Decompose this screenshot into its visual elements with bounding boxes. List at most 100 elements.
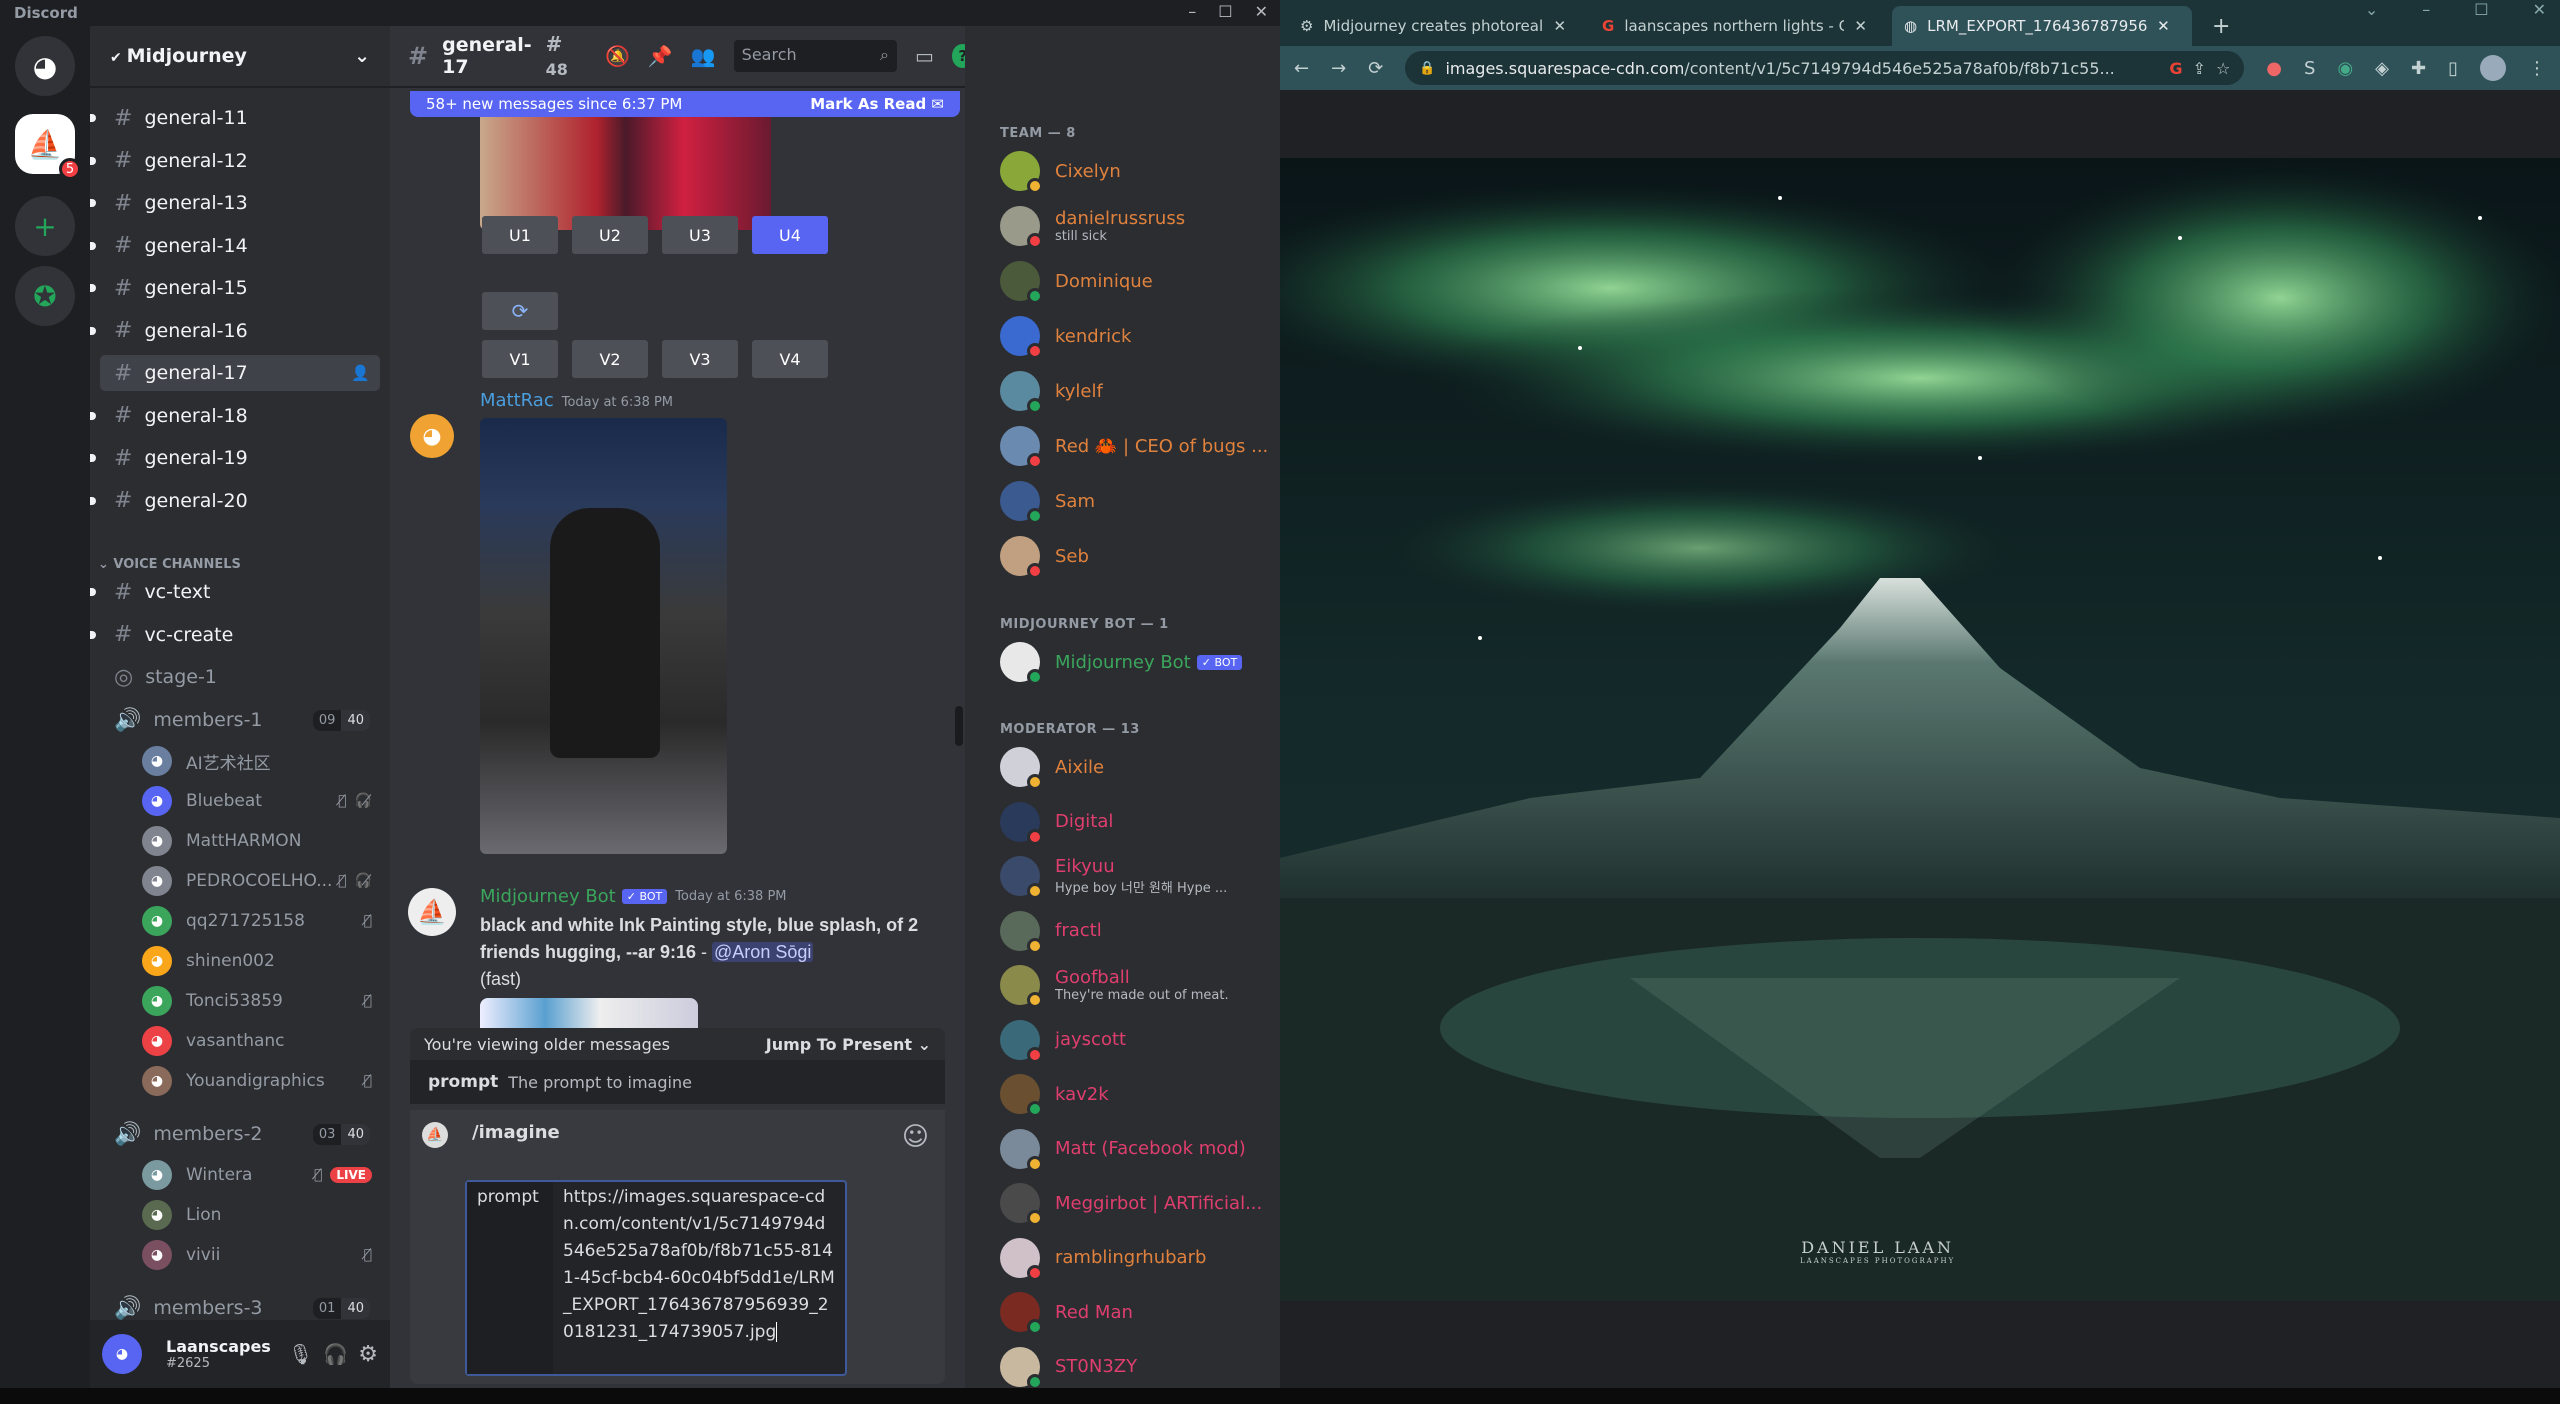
member-item[interactable]: jayscott bbox=[1000, 1015, 1275, 1065]
channel-general-11[interactable]: # general-11 bbox=[90, 100, 380, 136]
attached-photo[interactable] bbox=[480, 418, 727, 854]
voice-category[interactable]: ⌄ VOICE CHANNELS bbox=[98, 557, 241, 572]
member-item[interactable]: Eikyuu Hype boy 너만 원해 Hype ... bbox=[1000, 851, 1275, 901]
member-item[interactable]: Sam bbox=[1000, 476, 1275, 526]
menu-icon[interactable]: ⋮ bbox=[2528, 58, 2546, 79]
extension-shield-icon[interactable]: ◈ bbox=[2375, 58, 2389, 79]
member-item[interactable]: ramblingrhubarb bbox=[1000, 1233, 1275, 1283]
jump-to-present-button[interactable]: Jump To Present ⌄ bbox=[766, 1035, 931, 1054]
server-header[interactable]: ✔ Midjourney ⌄ bbox=[90, 26, 390, 88]
voice-channel-members-1[interactable]: 🔊 members-1 09 40 bbox=[100, 702, 380, 738]
member-item[interactable]: kav2k bbox=[1000, 1069, 1275, 1119]
extension-color-icon[interactable]: ◉ bbox=[2337, 58, 2353, 79]
search-input[interactable]: Search ⌕ bbox=[733, 40, 898, 72]
add-server-button[interactable]: + bbox=[15, 196, 75, 256]
extension-s-icon[interactable]: S bbox=[2304, 58, 2315, 79]
pin-icon[interactable]: 📌 bbox=[648, 44, 673, 68]
member-item[interactable]: Goofball They're made out of meat. bbox=[1000, 960, 1275, 1010]
member-item[interactable]: danielrussruss still sick bbox=[1000, 201, 1275, 251]
voice-channel-members-2[interactable]: 🔊 members-2 03 40 bbox=[100, 1116, 380, 1152]
image-preview[interactable] bbox=[480, 998, 698, 1028]
headphones-icon[interactable]: 🎧 bbox=[323, 1342, 348, 1366]
upscale-button-U3[interactable]: U3 bbox=[662, 216, 738, 254]
inbox-icon[interactable]: ▭ bbox=[915, 44, 934, 68]
channel-general-18[interactable]: # general-18 bbox=[90, 398, 380, 434]
channel-general-14[interactable]: # general-14 bbox=[90, 228, 380, 264]
invite-icon[interactable]: 👤 bbox=[351, 364, 370, 382]
star-icon[interactable]: ☆ bbox=[2216, 59, 2230, 78]
home-button[interactable]: ◕ bbox=[15, 36, 75, 96]
channel-general-16[interactable]: # general-16 bbox=[90, 313, 380, 349]
member-item[interactable]: Meggirbot | ARTificial... bbox=[1000, 1178, 1275, 1228]
member-item[interactable]: Midjourney Bot ✓ BOT bbox=[1000, 637, 1275, 687]
threads-button[interactable]: # 48 bbox=[546, 32, 587, 80]
voice-user[interactable]: ◕ Youandigraphics 🎙̸ bbox=[142, 1063, 372, 1099]
channel-general-12[interactable]: # general-12 bbox=[90, 143, 380, 179]
mark-as-read-button[interactable]: Mark As Read ✉ bbox=[810, 95, 944, 113]
member-item[interactable]: kendrick bbox=[1000, 311, 1275, 361]
member-item[interactable]: Seb bbox=[1000, 531, 1275, 581]
gear-icon[interactable]: ⚙ bbox=[358, 1342, 378, 1367]
member-item[interactable]: kylelf bbox=[1000, 366, 1275, 416]
close-button[interactable]: ✕ bbox=[1255, 2, 1268, 24]
bot-avatar[interactable]: ⛵ bbox=[408, 888, 456, 936]
upscale-button-U2[interactable]: U2 bbox=[572, 216, 648, 254]
voice-user[interactable]: ◕ Lion bbox=[142, 1197, 372, 1233]
url-input[interactable]: 🔒 images.squarespace-cdn.com/content/v1/5… bbox=[1405, 51, 2245, 85]
channel-general-17[interactable]: # general-17 👤 bbox=[100, 355, 380, 391]
profile-avatar[interactable] bbox=[2480, 55, 2506, 81]
channel-vc-text[interactable]: # vc-text bbox=[90, 574, 380, 610]
channel-general-15[interactable]: # general-15 bbox=[90, 270, 380, 306]
mute-bell-icon[interactable]: 🔕 bbox=[605, 44, 630, 68]
microphone-icon[interactable]: 🎙 bbox=[288, 1342, 313, 1366]
voice-user[interactable]: ◕ Tonci53859 🎙̸ bbox=[142, 983, 372, 1019]
emoji-icon[interactable]: ☺ bbox=[902, 1122, 929, 1152]
channel-general-13[interactable]: # general-13 bbox=[90, 185, 380, 221]
member-item[interactable]: Aixile bbox=[1000, 742, 1275, 792]
tab-midjourney[interactable]: ⚙ Midjourney creates photorealisti ✕ bbox=[1288, 6, 1588, 46]
avatar[interactable]: ◕ bbox=[102, 1334, 142, 1374]
new-messages-banner[interactable]: 58+ new messages since 6:37 PM Mark As Re… bbox=[410, 91, 960, 117]
member-item[interactable]: Red Man bbox=[1000, 1287, 1275, 1337]
side-panel-icon[interactable]: ▯ bbox=[2448, 58, 2458, 79]
upscale-button-U4[interactable]: U4 bbox=[752, 216, 828, 254]
member-item[interactable]: Cixelyn bbox=[1000, 146, 1275, 196]
generated-image-grid[interactable] bbox=[480, 117, 771, 230]
scrollbar[interactable] bbox=[955, 706, 963, 746]
voice-user[interactable]: ◕ qq271725158 🎙̸ bbox=[142, 903, 372, 939]
channel-general-19[interactable]: # general-19 bbox=[90, 440, 380, 476]
member-item[interactable]: Digital bbox=[1000, 797, 1275, 847]
new-tab-button[interactable]: + bbox=[2200, 6, 2242, 46]
voice-user[interactable]: ◕ shinen002 bbox=[142, 943, 372, 979]
extension-icon[interactable]: ● bbox=[2266, 58, 2282, 79]
share-icon[interactable]: ⇪ bbox=[2193, 59, 2206, 78]
voice-user[interactable]: ◕ vivii 🎙̸ bbox=[142, 1237, 372, 1273]
variation-button-V3[interactable]: V3 bbox=[662, 340, 738, 378]
upscale-button-U1[interactable]: U1 bbox=[482, 216, 558, 254]
tab-google-search[interactable]: Glaanscapes northern lights - Goo ✕ bbox=[1590, 6, 1890, 46]
maximize-button[interactable]: ☐ bbox=[1218, 2, 1232, 24]
voice-user[interactable]: ◕ PEDROCOELHO... 🎙̸ 🎧̸ bbox=[142, 863, 372, 899]
prompt-input[interactable]: prompt https://images.squarespace-cdn.co… bbox=[465, 1180, 847, 1376]
reroll-button[interactable]: ⟳ bbox=[482, 292, 558, 330]
close-tab-icon[interactable]: ✕ bbox=[1854, 17, 1867, 35]
variation-button-V2[interactable]: V2 bbox=[572, 340, 648, 378]
author-name[interactable]: MattRac bbox=[480, 390, 554, 411]
voice-user[interactable]: ◕ MattHARMON bbox=[142, 823, 372, 859]
explore-button[interactable]: ✪ bbox=[15, 266, 75, 326]
variation-button-V4[interactable]: V4 bbox=[752, 340, 828, 378]
close-button[interactable]: ✕ bbox=[2533, 0, 2546, 19]
channel-general-20[interactable]: # general-20 bbox=[90, 483, 380, 519]
channel-vc-create[interactable]: # vc-create bbox=[90, 617, 380, 653]
forward-icon[interactable]: → bbox=[1331, 58, 1346, 79]
member-item[interactable]: Red 🦀 | CEO of bugs ... bbox=[1000, 421, 1275, 471]
member-item[interactable]: Matt (Facebook mod) bbox=[1000, 1124, 1275, 1174]
variation-button-V1[interactable]: V1 bbox=[482, 340, 558, 378]
minimize-button[interactable]: – bbox=[2422, 0, 2430, 19]
minimize-button[interactable]: – bbox=[1188, 2, 1196, 24]
close-tab-icon[interactable]: ✕ bbox=[2157, 17, 2170, 35]
server-midjourney[interactable]: ⛵ 5 bbox=[15, 114, 81, 180]
maximize-button[interactable]: ☐ bbox=[2474, 0, 2488, 19]
voice-user[interactable]: ◕ Bluebeat 🎙̸ 🎧̸ bbox=[142, 783, 372, 819]
puzzle-icon[interactable]: ✚ bbox=[2411, 58, 2426, 79]
